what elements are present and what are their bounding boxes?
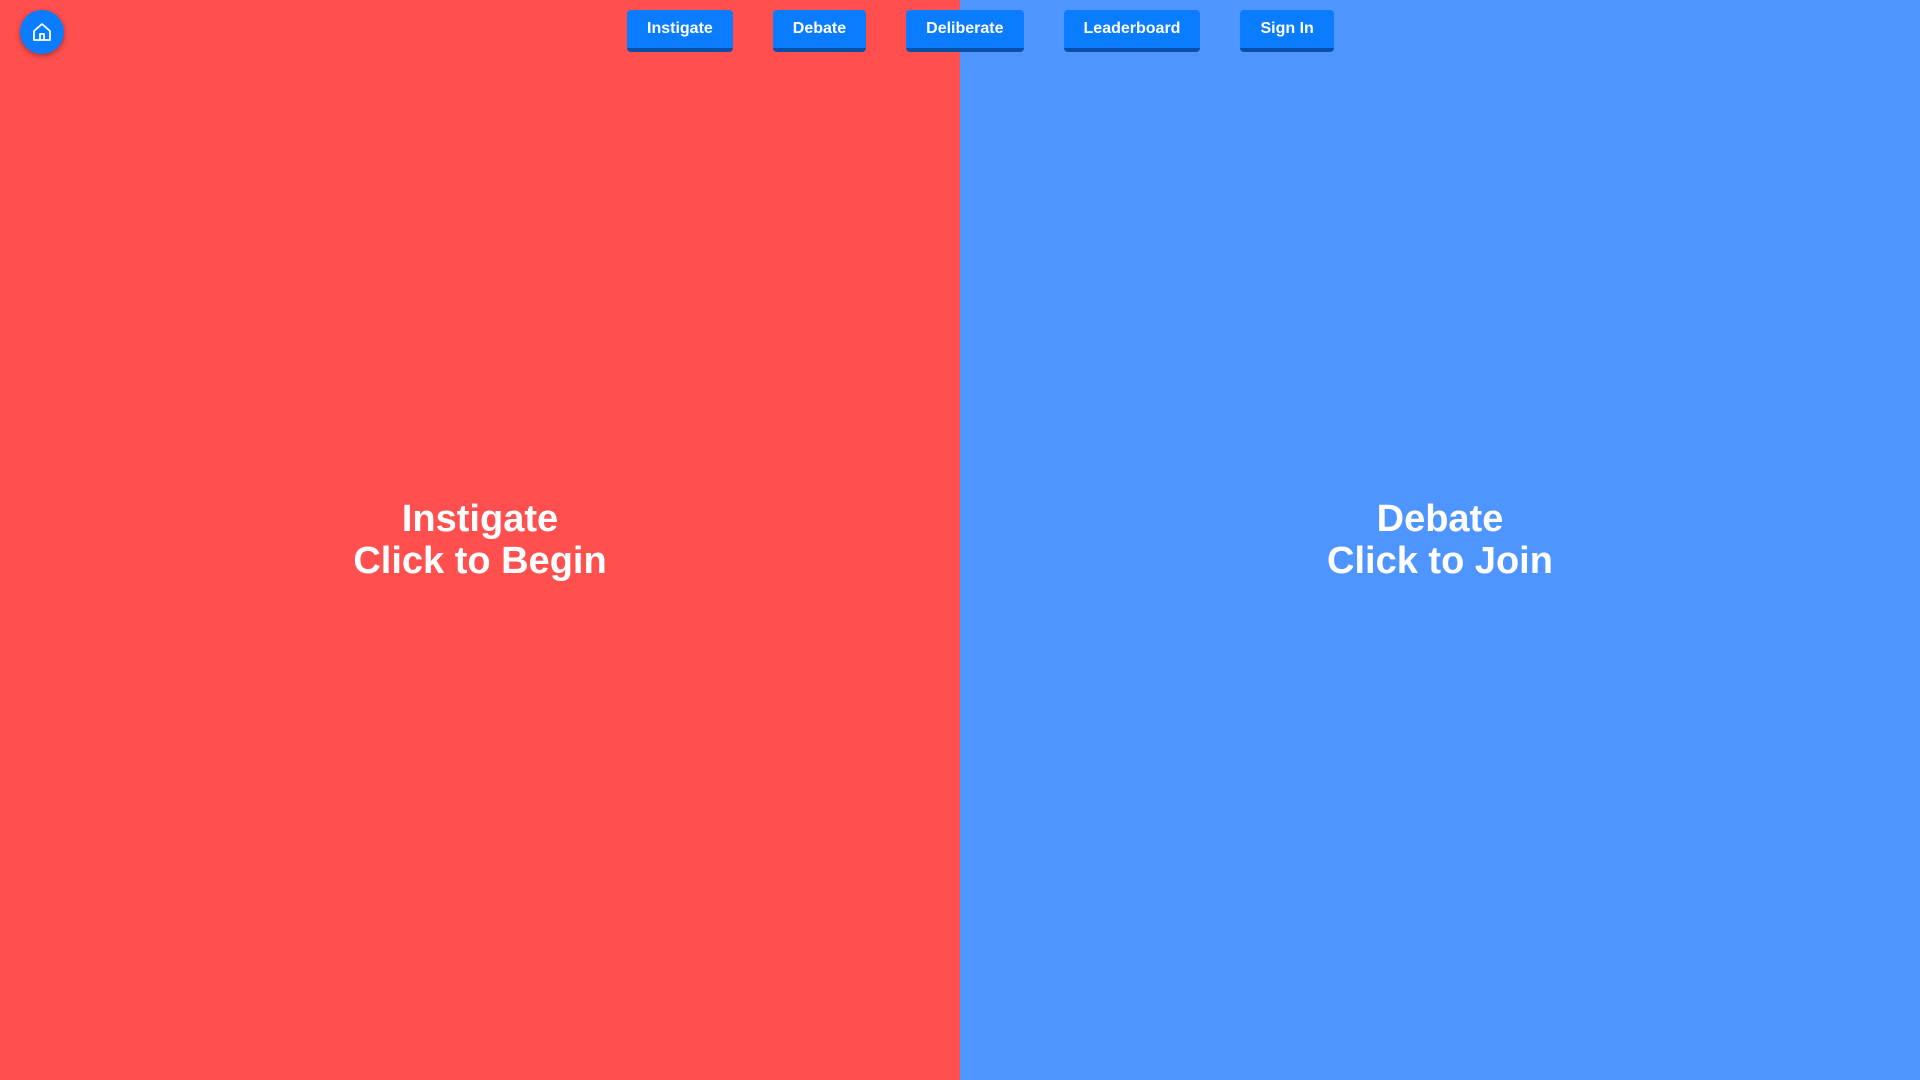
page: Instigate Click to Begin Debate Click to…	[0, 0, 1920, 1080]
instigate-panel-action: Click to Begin	[353, 540, 607, 582]
instigate-panel-text: Instigate Click to Begin	[353, 498, 606, 582]
nav-sign-in-button[interactable]: Sign In	[1240, 10, 1334, 52]
instigate-panel-title: Instigate	[401, 498, 559, 540]
top-navigation: Instigate Debate Deliberate Leaderboard …	[627, 10, 1334, 52]
nav-debate-button[interactable]: Debate	[772, 10, 867, 52]
split-layout: Instigate Click to Begin Debate Click to…	[0, 0, 1920, 1080]
nav-leaderboard-button[interactable]: Leaderboard	[1063, 10, 1201, 52]
nav-deliberate-button[interactable]: Deliberate	[906, 10, 1024, 52]
debate-panel-text: Debate Click to Join	[1327, 498, 1553, 582]
home-icon	[33, 23, 51, 41]
debate-panel-title: Debate	[1376, 498, 1504, 540]
debate-panel[interactable]: Debate Click to Join	[960, 0, 1920, 1080]
debate-panel-action: Click to Join	[1327, 540, 1553, 582]
instigate-panel[interactable]: Instigate Click to Begin	[0, 0, 960, 1080]
nav-instigate-button[interactable]: Instigate	[627, 10, 733, 52]
home-button[interactable]	[20, 10, 64, 54]
